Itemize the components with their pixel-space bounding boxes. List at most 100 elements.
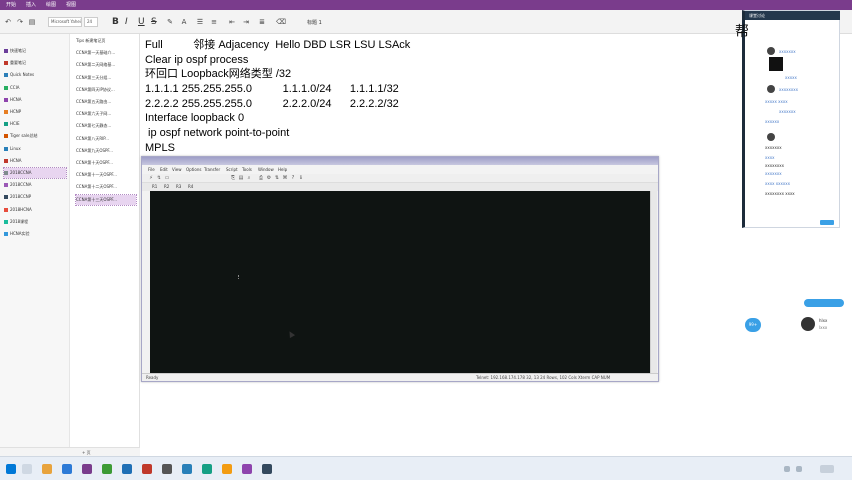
bullets-icon[interactable]: ☰	[196, 18, 204, 26]
strike-button[interactable]: S	[151, 16, 157, 28]
menu-file[interactable]: File	[148, 166, 155, 173]
page-item[interactable]: CCNA第十二天OSPF...	[76, 182, 136, 192]
search-icon[interactable]	[22, 464, 32, 474]
notification-badge[interactable]: 99+	[745, 318, 761, 332]
copy-icon[interactable]: ⎘	[230, 175, 236, 181]
menu-edit[interactable]: Edit	[160, 166, 168, 173]
quick-connect-icon[interactable]: ↯	[156, 175, 162, 181]
app-icon[interactable]	[182, 464, 192, 474]
page-item[interactable]: CCNA第四天IP协议...	[76, 85, 136, 95]
page-item[interactable]: CCNA第九天OSPF...	[76, 146, 136, 156]
help-icon[interactable]: ?	[290, 175, 296, 181]
keymap-icon[interactable]: ⌘	[282, 175, 288, 181]
session-tab[interactable]: R4	[188, 183, 193, 191]
menu-window[interactable]: Window	[258, 166, 274, 173]
menu-transfer[interactable]: Transfer	[204, 166, 220, 173]
menu-options[interactable]: Options	[186, 166, 201, 173]
underline-button[interactable]: U	[138, 16, 145, 28]
page-item[interactable]: CCNA第八天RIP...	[76, 134, 136, 144]
app-icon[interactable]	[222, 464, 232, 474]
folder-icon[interactable]	[42, 464, 52, 474]
app-icon[interactable]	[242, 464, 252, 474]
page-item[interactable]: CCNA第六天子网...	[76, 109, 136, 119]
section-item[interactable]: HCNA实验	[4, 229, 66, 239]
print-icon[interactable]: ⎙	[258, 175, 264, 181]
session-tab[interactable]: R1	[152, 183, 157, 191]
undo-icon[interactable]: ↶	[4, 18, 12, 26]
highlight-icon[interactable]: ✎	[166, 18, 174, 26]
add-page-button[interactable]: + 页	[82, 449, 91, 456]
menu-tools[interactable]: Tools	[242, 166, 252, 173]
volume-icon[interactable]	[796, 466, 802, 472]
section-item[interactable]: 2018HCNA	[4, 205, 66, 215]
info-icon[interactable]: ℹ	[298, 175, 304, 181]
menu-script[interactable]: Script	[226, 166, 238, 173]
app-icon[interactable]	[202, 464, 212, 474]
section-item[interactable]: 重要笔记	[4, 58, 66, 68]
tab-draw[interactable]: 绘图	[46, 1, 56, 9]
paste-icon[interactable]: ▤	[28, 18, 36, 26]
outdent-icon[interactable]: ⇤	[228, 18, 236, 26]
section-item[interactable]: 2018CCNA	[4, 180, 66, 190]
paste-icon[interactable]: ▤	[238, 175, 244, 181]
page-item[interactable]: CCNA第十一天OSPF...	[76, 170, 136, 180]
network-icon[interactable]	[784, 466, 790, 472]
onenote-icon[interactable]	[82, 464, 92, 474]
page-item[interactable]: CCNA第十天OSPF...	[76, 158, 136, 168]
redo-icon[interactable]: ↷	[16, 18, 24, 26]
crt-icon[interactable]	[122, 464, 132, 474]
section-item[interactable]: HCNP	[4, 107, 66, 117]
section-item[interactable]: CCIA	[4, 83, 66, 93]
font-name-select[interactable]: Microsoft Yahei	[48, 17, 82, 27]
section-item[interactable]: Tiger sale总结	[4, 131, 66, 141]
note-body[interactable]: Full 邻接 Adjacency Hello DBD LSR LSU LSAc…	[145, 38, 645, 156]
section-item[interactable]: 2018课程	[4, 217, 66, 227]
clear-format-icon[interactable]: ⌫	[276, 18, 286, 26]
session-tab[interactable]: R3	[176, 183, 181, 191]
align-icon[interactable]: ≣	[258, 18, 266, 26]
page-item[interactable]: CCNA第七天静态...	[76, 121, 136, 131]
clock[interactable]	[820, 465, 834, 473]
terminal-window[interactable]: File Edit View Options Transfer Script T…	[141, 156, 659, 382]
settings-icon[interactable]: ⚙	[266, 175, 272, 181]
section-item[interactable]: 2018CCNA	[3, 167, 67, 179]
italic-button[interactable]: I	[125, 16, 128, 28]
wechat-icon[interactable]	[102, 464, 112, 474]
start-icon[interactable]	[6, 464, 16, 474]
terminal-titlebar[interactable]	[142, 157, 658, 165]
terminal-scrollbar[interactable]	[650, 191, 657, 373]
page-item[interactable]: Tips 新建笔记页	[76, 36, 136, 46]
app-icon[interactable]	[142, 464, 152, 474]
page-item[interactable]: CCNA第一天基础介...	[76, 48, 136, 58]
sftp-icon[interactable]: ⇅	[274, 175, 280, 181]
app-icon[interactable]	[162, 464, 172, 474]
page-item[interactable]: CCNA第十三天OSPF...	[75, 193, 137, 206]
font-color-icon[interactable]: A	[180, 18, 188, 26]
terminal-screen[interactable]	[150, 191, 650, 373]
user-card[interactable]: hlxx lxxx	[801, 315, 847, 333]
chat-toggle-button[interactable]	[804, 299, 844, 307]
page-item[interactable]: CCNA第三天分组...	[76, 73, 136, 83]
tab-view[interactable]: 视图	[66, 1, 76, 9]
tab-insert[interactable]: 插入	[26, 1, 36, 9]
section-item[interactable]: HCNA	[4, 95, 66, 105]
send-button[interactable]	[820, 220, 834, 225]
section-item[interactable]: HCNA	[4, 156, 66, 166]
section-item[interactable]: HCIE	[4, 119, 66, 129]
app-icon[interactable]	[262, 464, 272, 474]
browser-icon[interactable]	[62, 464, 72, 474]
menu-help[interactable]: Help	[278, 166, 287, 173]
session-tab[interactable]: R2	[164, 183, 169, 191]
page-item[interactable]: CCNA第五天路由...	[76, 97, 136, 107]
tab-icon[interactable]: ▭	[164, 175, 170, 181]
style-select[interactable]: 标题 1	[307, 19, 322, 26]
tab-home[interactable]: 开始	[6, 1, 16, 9]
page-item[interactable]: CCNA第二天网络基...	[76, 60, 136, 70]
section-item[interactable]: 快速笔记	[4, 46, 66, 56]
bold-button[interactable]: B	[112, 16, 119, 28]
indent-icon[interactable]: ⇥	[242, 18, 250, 26]
numbering-icon[interactable]: ≡	[210, 18, 218, 26]
section-item[interactable]: Quick Notes	[4, 70, 66, 80]
section-item[interactable]: Linux	[4, 144, 66, 154]
connect-icon[interactable]: ⚡	[148, 175, 154, 181]
